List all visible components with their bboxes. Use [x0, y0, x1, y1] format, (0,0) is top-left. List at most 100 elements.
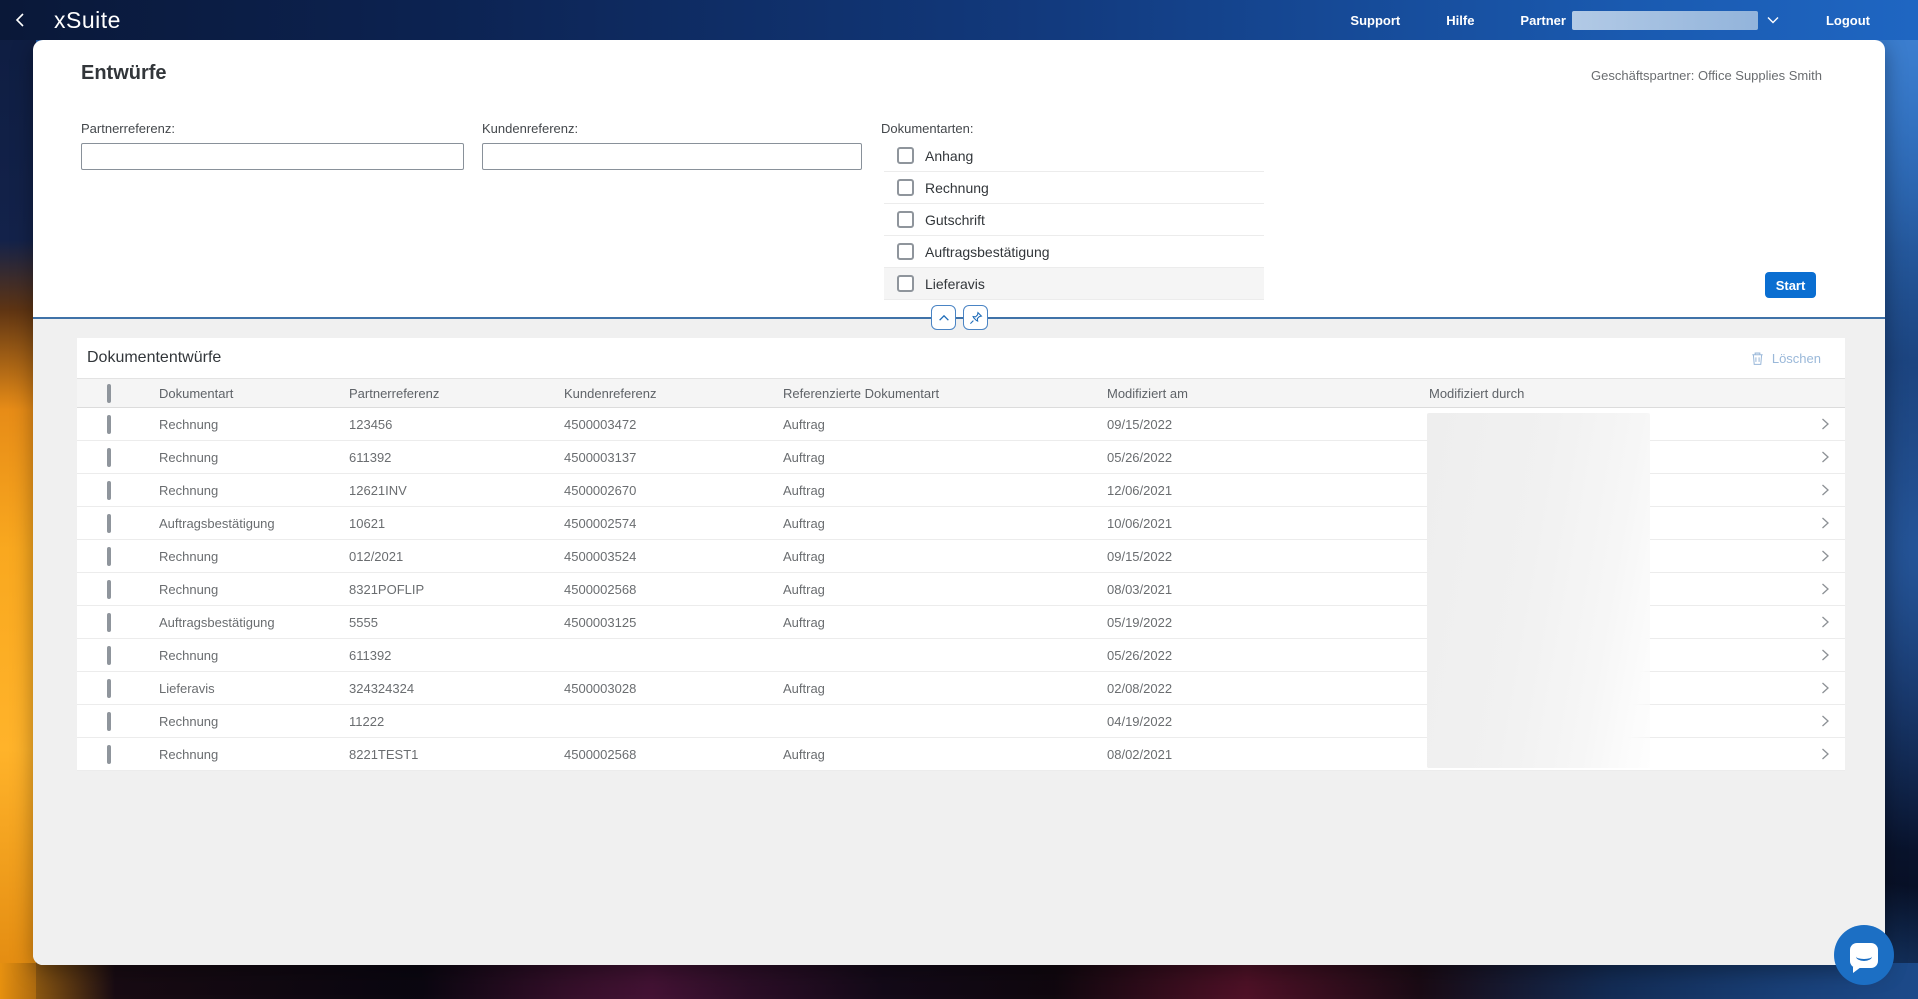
- cell-partnerreferenz: 5555: [349, 606, 564, 639]
- cell-modifiziert-am: 09/15/2022: [1107, 540, 1429, 573]
- row-checkbox[interactable]: [107, 679, 111, 698]
- partner-reference-input[interactable]: [81, 143, 464, 170]
- checkbox-rechnung[interactable]: [897, 179, 914, 196]
- cell-dokumentart: Rechnung: [159, 573, 349, 606]
- cell-partnerreferenz: 8221TEST1: [349, 738, 564, 771]
- business-partner-text: Geschäftspartner: Office Supplies Smith: [1591, 68, 1822, 83]
- cell-modifiziert-am: 02/08/2022: [1107, 672, 1429, 705]
- filter-bar-divider: [33, 317, 1885, 319]
- checkbox-lieferavis[interactable]: [897, 275, 914, 292]
- chevron-down-icon: [1766, 15, 1780, 25]
- chevron-right-icon[interactable]: [1777, 680, 1845, 696]
- customer-reference-input[interactable]: [482, 143, 862, 170]
- chevron-right-icon[interactable]: [1777, 647, 1845, 663]
- help-link[interactable]: Hilfe: [1446, 13, 1474, 28]
- page-title: Entwürfe: [81, 62, 167, 85]
- delete-label: Löschen: [1772, 351, 1821, 366]
- cell-dokumentart: Rechnung: [159, 540, 349, 573]
- modified-by-redacted-overlay: [1427, 413, 1650, 768]
- start-button[interactable]: Start: [1765, 272, 1816, 298]
- row-checkbox[interactable]: [107, 745, 111, 764]
- chevron-right-icon[interactable]: [1777, 746, 1845, 762]
- cell-partnerreferenz: 10621: [349, 507, 564, 540]
- cell-dokumentart: Auftragsbestätigung: [159, 606, 349, 639]
- row-checkbox[interactable]: [107, 580, 111, 599]
- support-link[interactable]: Support: [1350, 13, 1400, 28]
- cell-ref-dokumentart: Auftrag: [783, 540, 1107, 573]
- cell-kundenreferenz: 4500002670: [564, 474, 783, 507]
- row-checkbox[interactable]: [107, 547, 111, 566]
- doc-type-label: Auftragsbestätigung: [925, 244, 1050, 260]
- row-checkbox[interactable]: [107, 646, 111, 665]
- doc-type-option-lieferavis[interactable]: Lieferavis: [884, 268, 1264, 300]
- doc-type-option-gutschrift[interactable]: Gutschrift: [884, 204, 1264, 236]
- column-modifiziert-durch: Modifiziert durch: [1429, 379, 1777, 408]
- cell-modifiziert-am: 05/19/2022: [1107, 606, 1429, 639]
- delete-button[interactable]: Löschen: [1750, 351, 1821, 366]
- doc-type-option-rechnung[interactable]: Rechnung: [884, 172, 1264, 204]
- partner-select[interactable]: Partner: [1520, 11, 1780, 30]
- select-all-checkbox[interactable]: [107, 384, 111, 403]
- row-checkbox[interactable]: [107, 712, 111, 731]
- cell-kundenreferenz: 4500002568: [564, 573, 783, 606]
- column-partnerreferenz: Partnerreferenz: [349, 379, 564, 408]
- collapse-filter-button[interactable]: [931, 305, 956, 330]
- chevron-right-icon[interactable]: [1777, 449, 1845, 465]
- checkbox-auftragsbestaetigung[interactable]: [897, 243, 914, 260]
- column-kundenreferenz: Kundenreferenz: [564, 379, 783, 408]
- chevron-right-icon[interactable]: [1777, 416, 1845, 432]
- cell-kundenreferenz: 4500003028: [564, 672, 783, 705]
- cell-dokumentart: Rechnung: [159, 441, 349, 474]
- cell-partnerreferenz: 12621INV: [349, 474, 564, 507]
- chat-icon: [1850, 943, 1878, 968]
- cell-dokumentart: Auftragsbestätigung: [159, 507, 349, 540]
- cell-ref-dokumentart: Auftrag: [783, 507, 1107, 540]
- chevron-right-icon[interactable]: [1777, 614, 1845, 630]
- chevron-right-icon[interactable]: [1777, 548, 1845, 564]
- chat-button[interactable]: [1834, 925, 1894, 985]
- cell-ref-dokumentart: Auftrag: [783, 606, 1107, 639]
- partner-label: Partner: [1520, 13, 1566, 28]
- doc-type-option-auftragsbestaetigung[interactable]: Auftragsbestätigung: [884, 236, 1264, 268]
- chevron-right-icon[interactable]: [1777, 515, 1845, 531]
- cell-partnerreferenz: 11222: [349, 705, 564, 738]
- cell-kundenreferenz: 4500002568: [564, 738, 783, 771]
- cell-ref-dokumentart: Auftrag: [783, 672, 1107, 705]
- cell-kundenreferenz: 4500002574: [564, 507, 783, 540]
- row-checkbox[interactable]: [107, 481, 111, 500]
- cell-kundenreferenz: 4500003137: [564, 441, 783, 474]
- chevron-right-icon[interactable]: [1777, 482, 1845, 498]
- pin-filter-button[interactable]: [963, 305, 988, 330]
- chevron-right-icon[interactable]: [1777, 581, 1845, 597]
- doc-type-label: Anhang: [925, 148, 973, 164]
- logout-link[interactable]: Logout: [1826, 13, 1870, 28]
- doc-type-option-anhang[interactable]: Anhang: [884, 140, 1264, 172]
- cell-dokumentart: Rechnung: [159, 474, 349, 507]
- cell-modifiziert-am: 05/26/2022: [1107, 639, 1429, 672]
- column-referenzierte-dokumentart: Referenzierte Dokumentart: [783, 379, 1107, 408]
- customer-reference-label: Kundenreferenz:: [482, 121, 578, 136]
- cell-ref-dokumentart: Auftrag: [783, 441, 1107, 474]
- table-title: Dokumententwürfe: [87, 349, 221, 367]
- chevron-right-icon[interactable]: [1777, 713, 1845, 729]
- table-toolbar: Dokumententwürfe Löschen: [77, 338, 1845, 378]
- cell-ref-dokumentart: Auftrag: [783, 573, 1107, 606]
- cell-dokumentart: Rechnung: [159, 408, 349, 441]
- cell-modifiziert-am: 10/06/2021: [1107, 507, 1429, 540]
- document-types-label: Dokumentarten:: [881, 121, 974, 136]
- cell-ref-dokumentart: Auftrag: [783, 474, 1107, 507]
- pin-icon: [969, 311, 983, 325]
- row-checkbox[interactable]: [107, 415, 111, 434]
- row-checkbox[interactable]: [107, 613, 111, 632]
- checkbox-gutschrift[interactable]: [897, 211, 914, 228]
- back-button[interactable]: [0, 0, 40, 40]
- cell-kundenreferenz: [564, 705, 783, 738]
- cell-partnerreferenz: 611392: [349, 441, 564, 474]
- checkbox-anhang[interactable]: [897, 147, 914, 164]
- row-checkbox[interactable]: [107, 514, 111, 533]
- cell-ref-dokumentart: [783, 639, 1107, 672]
- cell-modifiziert-am: 04/19/2022: [1107, 705, 1429, 738]
- background-photo-left-glow: [0, 0, 36, 999]
- cell-modifiziert-am: 12/06/2021: [1107, 474, 1429, 507]
- row-checkbox[interactable]: [107, 448, 111, 467]
